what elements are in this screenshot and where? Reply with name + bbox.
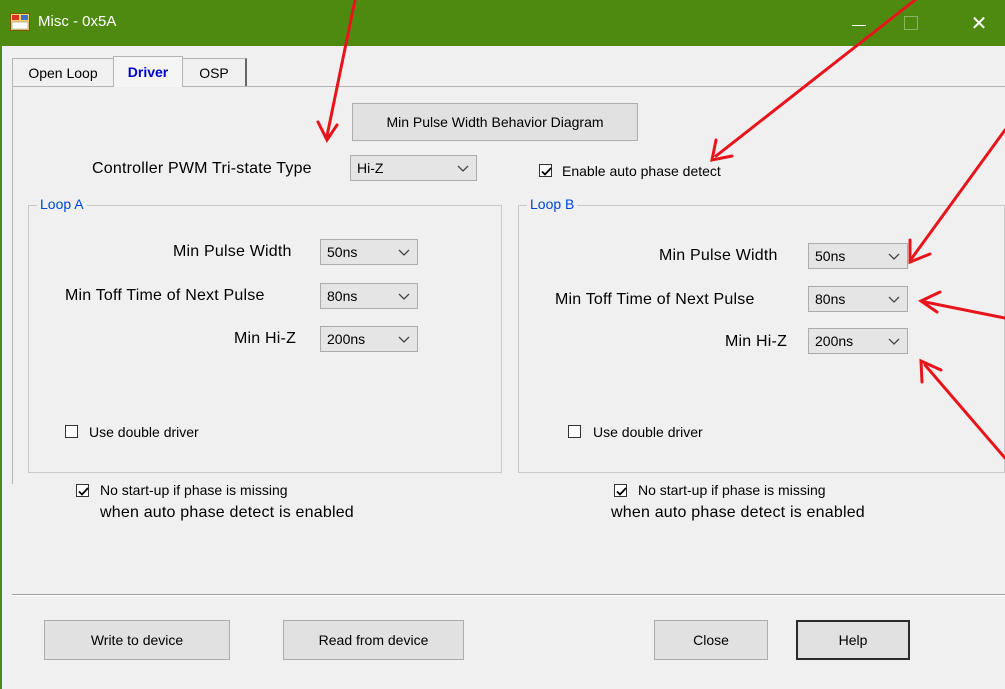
loop-a-min-toff-select[interactable]: 80ns — [320, 283, 418, 309]
check-icon — [616, 487, 627, 496]
chevron-down-icon — [398, 336, 410, 343]
check-icon — [78, 487, 89, 496]
loop-a-no-startup-label: No start-up if phase is missing — [100, 482, 288, 498]
loop-b-min-pulse-select[interactable]: 50ns — [808, 243, 908, 269]
loop-b-min-hiz-select[interactable]: 200ns — [808, 328, 908, 354]
loop-a-min-toff-label: Min Toff Time of Next Pulse — [65, 287, 265, 304]
chevron-down-icon — [398, 293, 410, 300]
check-icon — [541, 167, 552, 176]
chevron-down-icon — [398, 249, 410, 256]
loop-a-double-driver-label: Use double driver — [89, 424, 199, 440]
loop-a-double-driver-checkbox[interactable] — [65, 425, 78, 438]
chevron-down-icon — [888, 253, 900, 260]
misc-dialog-window: Misc - 0x5A ✕ Open Loop Driver OSP Min P… — [0, 0, 1005, 689]
min-pulse-width-diagram-button[interactable]: Min Pulse Width Behavior Diagram — [352, 103, 638, 141]
chevron-down-icon — [888, 296, 900, 303]
loop-b-double-driver-checkbox[interactable] — [568, 425, 581, 438]
loop-a-min-hiz-select[interactable]: 200ns — [320, 326, 418, 352]
close-window-button[interactable]: ✕ — [956, 0, 1002, 46]
loop-a-no-startup-label-2: when auto phase detect is enabled — [100, 504, 354, 521]
loop-b-min-pulse-label: Min Pulse Width — [659, 247, 778, 264]
tab-driver[interactable]: Driver — [113, 56, 183, 87]
close-icon: ✕ — [970, 12, 988, 35]
loop-a-title: Loop A — [37, 196, 87, 212]
tristate-type-value: Hi-Z — [357, 160, 384, 176]
loop-b-min-hiz-value: 200ns — [815, 333, 854, 349]
maximize-button — [888, 0, 934, 46]
tab-osp[interactable]: OSP — [182, 58, 247, 86]
loop-a-min-toff-value: 80ns — [327, 288, 358, 304]
loop-b-title: Loop B — [527, 196, 578, 212]
loop-a-min-pulse-select[interactable]: 50ns — [320, 239, 418, 265]
loop-b-double-driver-label: Use double driver — [593, 424, 703, 440]
window-title: Misc - 0x5A — [38, 13, 117, 30]
tristate-type-select[interactable]: Hi-Z — [350, 155, 477, 181]
chevron-down-icon — [888, 338, 900, 345]
loop-b-min-pulse-value: 50ns — [815, 248, 846, 264]
title-bar[interactable]: Misc - 0x5A ✕ — [0, 0, 1005, 46]
loop-b-min-toff-select[interactable]: 80ns — [808, 286, 908, 312]
loop-b-min-toff-value: 80ns — [815, 291, 846, 307]
window-border — [0, 46, 2, 689]
read-from-device-button[interactable]: Read from device — [283, 620, 464, 660]
help-button[interactable]: Help — [796, 620, 910, 660]
loop-a-no-startup-checkbox[interactable] — [76, 484, 89, 497]
footer-separator — [12, 594, 1005, 596]
maximize-icon — [904, 16, 918, 30]
loop-b-no-startup-checkbox[interactable] — [614, 484, 627, 497]
auto-phase-detect-checkbox[interactable] — [539, 164, 552, 177]
app-icon — [10, 13, 30, 31]
write-to-device-button[interactable]: Write to device — [44, 620, 230, 660]
loop-a-min-hiz-label: Min Hi-Z — [234, 330, 297, 347]
close-button[interactable]: Close — [654, 620, 768, 660]
loop-b-no-startup-label: No start-up if phase is missing — [638, 482, 826, 498]
chevron-down-icon — [457, 165, 469, 172]
loop-a-min-pulse-label: Min Pulse Width — [173, 243, 292, 260]
loop-b-min-toff-label: Min Toff Time of Next Pulse — [555, 291, 755, 308]
tristate-type-label: Controller PWM Tri-state Type — [92, 160, 312, 177]
minimize-icon — [852, 24, 866, 26]
tab-open-loop[interactable]: Open Loop — [12, 58, 114, 86]
loop-a-min-pulse-value: 50ns — [327, 244, 358, 260]
auto-phase-detect-label: Enable auto phase detect — [562, 163, 721, 179]
loop-b-no-startup-label-2: when auto phase detect is enabled — [611, 504, 865, 521]
loop-a-min-hiz-value: 200ns — [327, 331, 366, 347]
minimize-button[interactable] — [836, 0, 882, 46]
loop-b-min-hiz-label: Min Hi-Z — [725, 333, 788, 350]
